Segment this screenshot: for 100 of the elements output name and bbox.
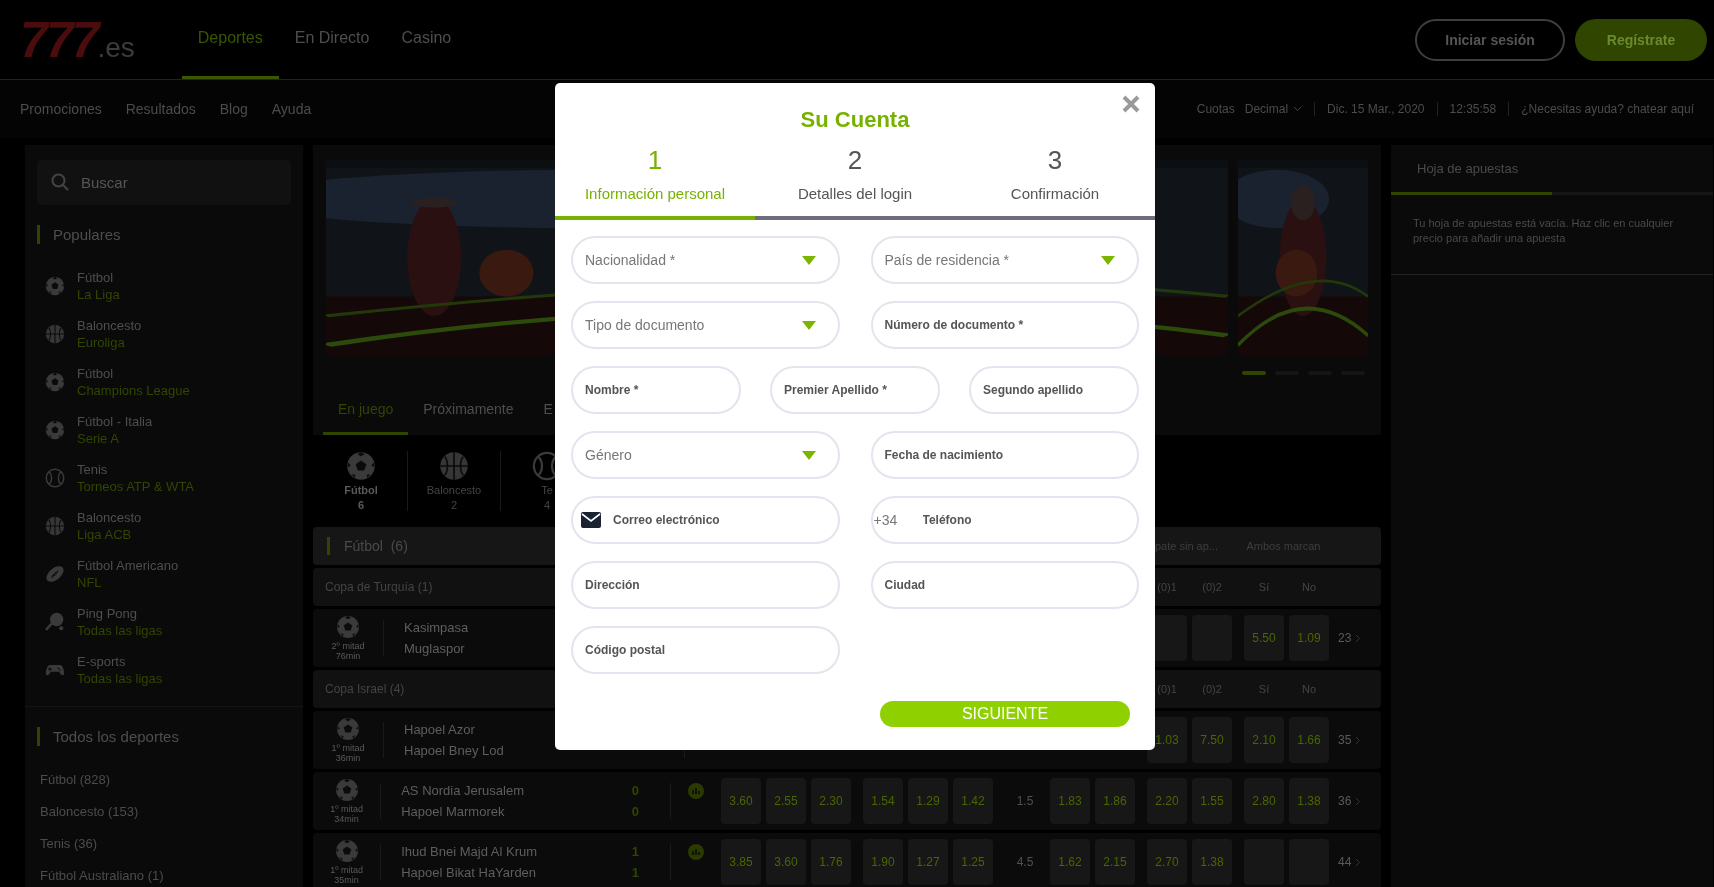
odds-button[interactable]: 1.42	[953, 778, 993, 824]
next-button[interactable]: SIGUIENTE	[880, 701, 1130, 727]
search-field[interactable]: Buscar	[37, 160, 291, 205]
betslip-tab[interactable]	[1391, 192, 1552, 195]
odds-button[interactable]: 2.20	[1147, 778, 1187, 824]
caret-icon	[1101, 255, 1115, 265]
odds-button[interactable]: 2.30	[811, 778, 851, 824]
step-tab[interactable]: 3 Confirmación	[955, 147, 1155, 220]
odds-button[interactable]: 2.15	[1095, 839, 1135, 885]
tab[interactable]: En juego	[323, 386, 409, 435]
register-button[interactable]: Regístrate	[1575, 18, 1707, 61]
dropdown-field[interactable]: Nacionalidad *	[571, 236, 840, 284]
odds-button[interactable]: 1.38	[1192, 839, 1232, 885]
nav-link[interactable]: Resultados	[125, 101, 196, 117]
close-button[interactable]	[1122, 95, 1140, 113]
sidebar-item[interactable]: Baloncesto (153)	[25, 796, 303, 828]
text-field[interactable]: Segundo apellido	[969, 366, 1139, 414]
sidebar-item[interactable]: Baloncesto Euroliga	[25, 310, 303, 358]
caret-icon	[1293, 106, 1303, 112]
sidebar-item[interactable]: Tenis (36)	[25, 828, 303, 860]
text-field[interactable]: Nombre *	[571, 366, 741, 414]
more-markets-link[interactable]: 36	[1338, 794, 1378, 808]
odds-button[interactable]: 1.55	[1192, 778, 1232, 824]
odds-button[interactable]: 1.86	[1095, 778, 1135, 824]
odds-button[interactable]: 5.50	[1244, 615, 1284, 661]
carousel-indicator[interactable]	[1242, 371, 1266, 375]
sidebar-item[interactable]: Baloncesto Liga ACB	[25, 502, 303, 550]
more-markets-link[interactable]: 44	[1338, 855, 1378, 869]
odds-button[interactable]: 1.54	[863, 778, 903, 824]
soccer-ball-icon	[334, 839, 359, 863]
odds-button[interactable]: 1.09	[1289, 615, 1329, 661]
text-field[interactable]: Ciudad	[870, 561, 1139, 609]
odds-format-dropdown[interactable]: Decimal	[1244, 102, 1303, 116]
sidebar-item[interactable]: Fútbol Champions League	[25, 358, 303, 406]
odds-button[interactable]: 1.27	[908, 839, 948, 885]
caret-icon	[801, 320, 816, 330]
text-field[interactable]: Número de documento *	[870, 301, 1139, 349]
date-text: Dic. 15 Mar., 2020	[1327, 102, 1425, 116]
sport-tab[interactable]: Fútbol 6	[315, 451, 408, 511]
nav-link[interactable]: Casino	[385, 0, 468, 79]
sidebar-item[interactable]: Fútbol La Liga	[25, 262, 303, 310]
odds-button[interactable]: 2.10	[1244, 717, 1284, 763]
nav-link[interactable]: En Directo	[278, 0, 386, 79]
sport-tab[interactable]: Baloncesto 2	[408, 451, 501, 511]
sidebar-item[interactable]: Fútbol Australiano (1)	[25, 860, 303, 887]
sidebar-item[interactable]: Ping Pong Todas las ligas	[25, 598, 303, 646]
stats-icon[interactable]	[688, 783, 704, 799]
match-period: 1º mitad 36min	[331, 743, 365, 763]
nav-link[interactable]: Promociones	[20, 101, 102, 117]
text-field[interactable]: Fecha de nacimiento	[870, 431, 1139, 479]
dropdown-field[interactable]: Tipo de documento	[571, 301, 840, 349]
odds-button[interactable]: 1.90	[863, 839, 903, 885]
nav-link[interactable]: Blog	[219, 101, 248, 117]
sidebar-item[interactable]: Fútbol Americano NFL	[25, 550, 303, 598]
text-field[interactable]: Premier Apellido *	[770, 366, 940, 414]
odds-button[interactable]: 3.60	[766, 839, 806, 885]
odds-button[interactable]: 1.25	[953, 839, 993, 885]
match-period: 1º mitad 34min	[330, 804, 363, 824]
step-tab[interactable]: 1 Información personal	[555, 147, 755, 220]
dropdown-field[interactable]: País de residencia *	[870, 236, 1139, 284]
more-markets-link[interactable]: 35	[1338, 733, 1378, 747]
chevron-icon	[1355, 633, 1362, 643]
sidebar-item[interactable]: Fútbol - Italia Serie A	[25, 406, 303, 454]
ping-pong-paddle-icon	[45, 612, 65, 632]
dialog-title: Su Cuenta	[800, 107, 910, 133]
sidebar-item[interactable]: Fútbol (828)	[25, 764, 303, 796]
odds-button[interactable]: 2.70	[1147, 839, 1187, 885]
odds-button[interactable]: 1.38	[1289, 778, 1329, 824]
login-button[interactable]: Iniciar sesión	[1415, 18, 1565, 61]
dropdown-field[interactable]: Género	[571, 431, 840, 479]
sidebar-item[interactable]: E-sports Todas las ligas	[25, 646, 303, 694]
text-field[interactable]: Código postal	[571, 626, 840, 674]
odds-button[interactable]: 2.80	[1244, 778, 1284, 824]
team-name: Hapoel Bney Lod	[404, 743, 504, 758]
step-tab[interactable]: 2 Detalles del login	[755, 147, 955, 220]
odds-button[interactable]: 1.62	[1050, 839, 1090, 885]
odds-button[interactable]: 1.83	[1050, 778, 1090, 824]
odds-button[interactable]: 2.55	[766, 778, 806, 824]
team-name: Muglaspor	[404, 641, 465, 656]
odds-button[interactable]: 3.85	[721, 839, 761, 885]
match-period: 2º mitad 76min	[331, 641, 365, 661]
team-name: Hapoel Marmorek	[401, 804, 505, 819]
odds-button[interactable]: 7.50	[1192, 717, 1232, 763]
tab[interactable]: Próximamente	[408, 386, 529, 435]
email-field[interactable]: Correo electrónico	[571, 496, 840, 544]
sidebar-item[interactable]: Tenis Torneos ATP & WTA	[25, 454, 303, 502]
soccer-ball-icon	[336, 615, 360, 639]
odds-button[interactable]: 1.66	[1289, 717, 1329, 763]
logo[interactable]: 777.es	[20, 14, 135, 65]
odds-button[interactable]: 1.29	[908, 778, 948, 824]
match-period: 1º mitad 35min	[330, 865, 363, 885]
help-link[interactable]: ¿Necesitas ayuda? chatear aquí	[1521, 102, 1694, 116]
odds-button[interactable]: 1.76	[811, 839, 851, 885]
nav-link[interactable]: Ayuda	[271, 101, 312, 117]
soccer-ball-icon	[336, 717, 360, 741]
chevron-icon	[1355, 857, 1362, 867]
text-field[interactable]: Dirección	[571, 561, 840, 609]
odds-button[interactable]: 3.60	[721, 778, 761, 824]
more-markets-link[interactable]: 23	[1338, 631, 1378, 645]
stats-icon[interactable]	[688, 844, 704, 860]
